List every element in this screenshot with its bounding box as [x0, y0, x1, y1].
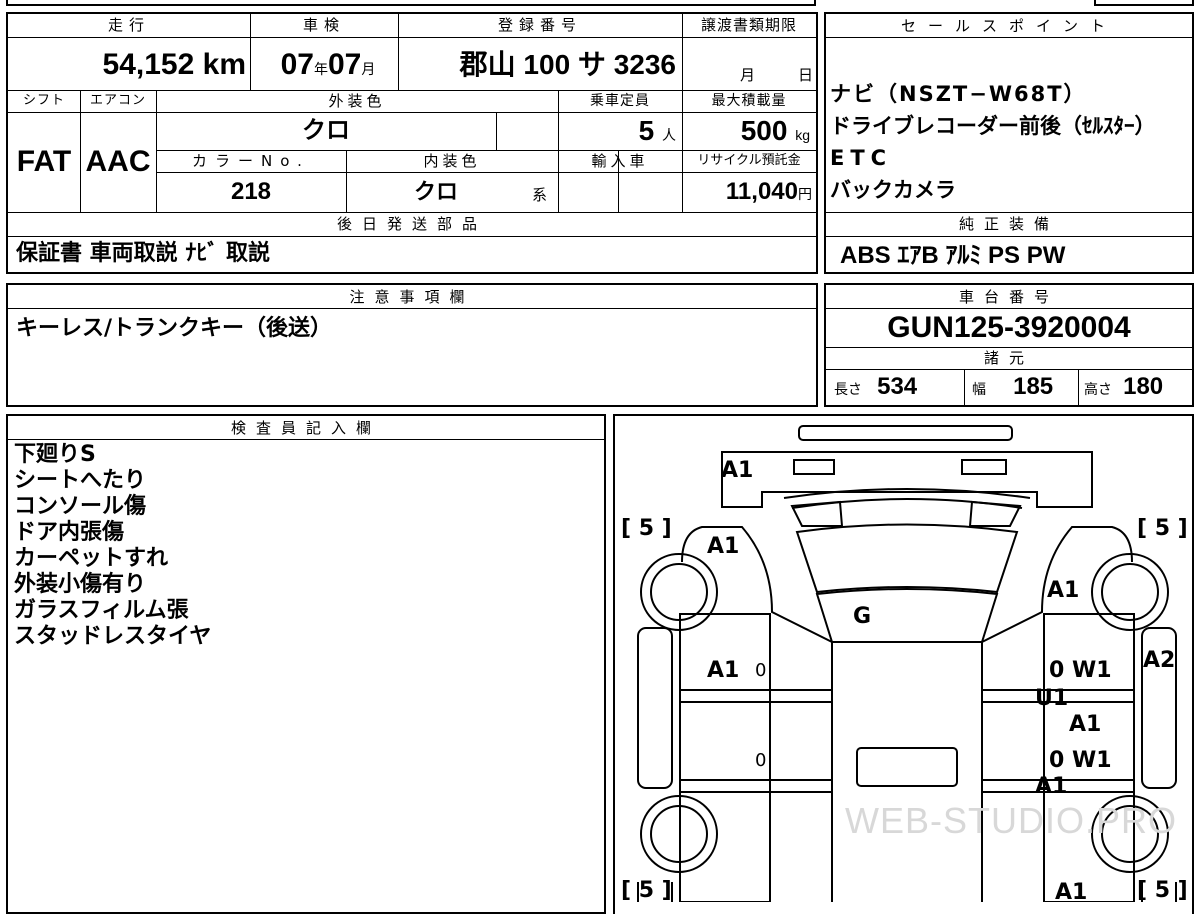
inspector-item: 外装小傷有り	[14, 572, 147, 597]
damage-mark: A1	[721, 458, 754, 483]
inspector-item: ガラスフィルム張	[14, 598, 189, 623]
transfer-deadline-value: 月 日	[740, 66, 814, 84]
specs-header: 諸元	[983, 349, 1034, 367]
damage-mark: 0	[755, 750, 767, 771]
color-no-header: カラーNo.	[192, 152, 310, 170]
inspector-list: 下廻りS シートへたり コンソール傷 ドア内張傷 カーペットすれ 外装小傷有り …	[14, 442, 594, 650]
damage-mark: G	[853, 604, 872, 629]
top-cutoff-strip-right	[1094, 0, 1194, 6]
max-load-value: 500 kg	[740, 115, 810, 146]
inspection-value: 07年07月	[280, 48, 376, 81]
inspection-header: 車検	[250, 14, 398, 38]
damage-mark: A1	[1035, 774, 1068, 799]
chassis-header: 車台番号	[826, 285, 1192, 309]
notes-header: 注意事項欄	[8, 285, 816, 309]
exterior-color-value: クロ	[302, 117, 350, 144]
notes-value: キーレス/トランクキー（後送）	[16, 316, 333, 341]
damage-mark: 0 W1	[1049, 748, 1112, 773]
inspector-item: 下廻りS	[14, 442, 96, 467]
tire-label-front-right: [ 5 ]	[1137, 516, 1188, 541]
tire-label-rear-right: [ 5 ]	[1137, 878, 1188, 903]
sales-points-panel: セールスポイント ナビ（NSZT−W68T） ドライブレコーダー前後（ｾﾙｽﾀｰ…	[824, 12, 1194, 274]
interior-color-header: 内装色	[423, 152, 481, 170]
shift-value: FAT	[16, 145, 72, 178]
import-header: 輸入車	[591, 152, 649, 170]
shift-header: シフト	[22, 93, 65, 108]
inspector-item: コンソール傷	[14, 494, 147, 519]
sales-points-header: セールスポイント	[826, 14, 1192, 38]
spec-width: 幅 185	[972, 373, 1054, 400]
inspector-item: ドア内張傷	[14, 520, 125, 545]
sales-points-list: ナビ（NSZT−W68T） ドライブレコーダー前後（ｾﾙｽﾀｰ） ETC バック…	[830, 78, 1190, 206]
spec-height: 高さ 180	[1084, 373, 1164, 400]
capacity-header: 乗車定員	[590, 93, 650, 109]
inspector-panel: 検査員記入欄 下廻りS シートへたり コンソール傷 ドア内張傷 カーペットすれ …	[6, 414, 606, 914]
tire-label-front-left: [ 5 ]	[621, 516, 672, 541]
factory-equipment-value: ABS ｴｱB ｱﾙﾐ PS PW	[840, 242, 1066, 269]
aircon-header: エアコン	[89, 93, 146, 108]
recycle-value: 11,040円	[725, 178, 812, 205]
chassis-panel: 車台番号 GUN125-3920004 諸元 長さ 534 幅 185 高さ 1…	[824, 283, 1194, 407]
sales-point-item: バックカメラ	[830, 178, 956, 202]
capacity-value: 5 人	[638, 115, 676, 146]
top-cutoff-strip	[6, 0, 816, 6]
damage-mark: 0 W1	[1049, 658, 1112, 683]
damage-mark: U1	[1035, 686, 1069, 711]
aircon-value: AAC	[85, 145, 151, 178]
watermark: WEB-STUDIO.PRO	[845, 800, 1178, 841]
damage-mark: 0	[755, 660, 767, 681]
damage-mark: A1	[707, 658, 740, 683]
damage-mark: A1	[1055, 880, 1088, 905]
inspector-item: カーペットすれ	[14, 546, 169, 571]
later-parts-value: 保証書 車両取説 ﾅﾋﾞ 取説	[16, 241, 270, 266]
damage-mark: A1	[1047, 578, 1080, 603]
interior-color-unit: 系	[532, 186, 548, 204]
registration-value: 郡山 100 サ 3236	[459, 49, 676, 80]
mileage-header: 走行	[8, 14, 250, 38]
damage-mark: A1	[707, 534, 740, 559]
car-damage-diagram: WEB-STUDIO.PRO [ 5 ] [ 5 ] [ 5 ] [ 5 ] A…	[613, 414, 1194, 914]
recycle-header: リサイクル預託金	[697, 153, 801, 168]
interior-color-value: クロ	[413, 179, 458, 204]
damage-mark: A2	[1143, 648, 1176, 673]
tire-label-rear-left: [ 5 ]	[621, 878, 672, 903]
inspector-header: 検査員記入欄	[8, 416, 604, 440]
exterior-color-header: 外装色	[328, 92, 386, 110]
damage-mark: A1	[1069, 712, 1102, 737]
spec-length: 長さ 534	[834, 373, 918, 400]
vehicle-info-table: 走行 車検 登録番号 譲渡書類期限 54,152 km 07年07月 郡山 10…	[6, 12, 818, 274]
sales-point-item: ETC	[830, 146, 893, 170]
transfer-deadline-header: 譲渡書類期限	[682, 14, 816, 38]
registration-header: 登録番号	[398, 14, 682, 38]
inspector-item: シートへたり	[14, 468, 147, 493]
chassis-number: GUN125-3920004	[887, 311, 1131, 344]
mileage-value: 54,152 km	[102, 48, 246, 81]
factory-equipment-header: 純正装備	[958, 215, 1059, 233]
notes-panel: 注意事項欄 キーレス/トランクキー（後送）	[6, 283, 818, 407]
color-no-value: 218	[230, 178, 272, 205]
sales-point-item: ナビ（NSZT−W68T）	[830, 82, 1087, 106]
later-parts-header: 後日発送部品	[336, 215, 487, 233]
inspector-item: スタッドレスタイヤ	[14, 624, 212, 649]
sales-point-item: ドライブレコーダー前後（ｾﾙｽﾀｰ）	[830, 114, 1156, 138]
max-load-header: 最大積載量	[711, 93, 787, 109]
